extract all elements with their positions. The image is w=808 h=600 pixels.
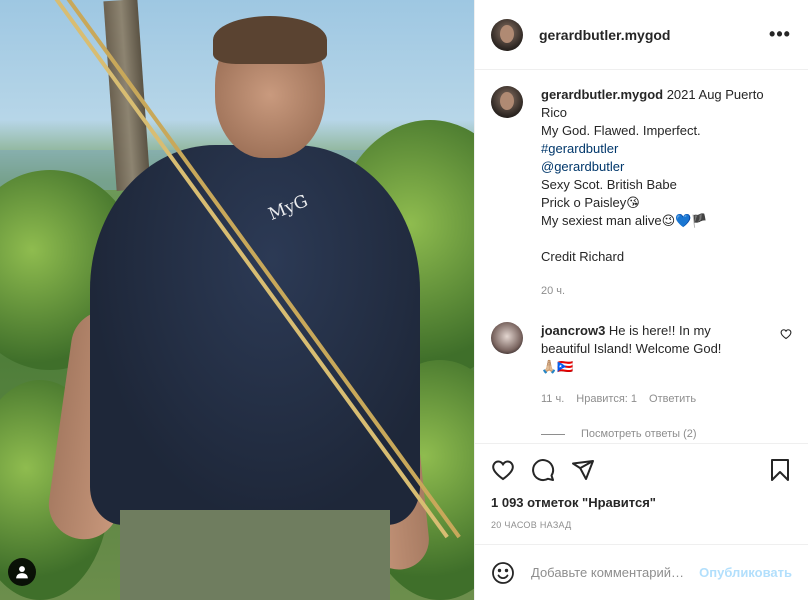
action-bar: [475, 443, 808, 495]
comment-item: joancrow3 He is here!! In my beautiful I…: [491, 322, 792, 408]
view-replies-button[interactable]: Посмотреть ответы (2): [541, 428, 792, 440]
post-view: MyG gerardbutler.mygod ••• gerardbutler.…: [0, 0, 808, 600]
caption: gerardbutler.mygod 2021 Aug Puerto Rico …: [491, 86, 792, 300]
comments-section[interactable]: gerardbutler.mygod 2021 Aug Puerto Rico …: [475, 70, 808, 443]
bookmark-icon[interactable]: [768, 458, 792, 482]
comment-body: joancrow3 He is here!! In my beautiful I…: [541, 322, 751, 408]
add-comment-bar: Опубликовать: [475, 544, 808, 600]
header-username[interactable]: gerardbutler.mygod: [539, 27, 768, 43]
caption-line: My sexiest man alive😉💙🏴: [541, 213, 708, 228]
divider: [541, 433, 565, 435]
heart-icon[interactable]: [491, 458, 515, 482]
caption-body: gerardbutler.mygod 2021 Aug Puerto Rico …: [541, 86, 792, 300]
caption-line: Credit Richard: [541, 249, 625, 264]
comment-emoji: 🙏🏼🇵🇷: [541, 359, 574, 374]
caption-timestamp[interactable]: 20 ч.: [541, 282, 792, 300]
avatar[interactable]: [491, 322, 523, 354]
avatar[interactable]: [491, 86, 523, 118]
caption-line: [541, 230, 792, 248]
caption-line: Prick o Paisley😘: [541, 195, 640, 210]
user-tag-icon[interactable]: [8, 558, 36, 586]
caption-username[interactable]: gerardbutler.mygod: [541, 87, 663, 102]
post-photo[interactable]: MyG: [0, 0, 474, 600]
caption-line: Sexy Scot. British Babe: [541, 177, 677, 192]
likes-count[interactable]: 1 093 отметок "Нравится": [475, 495, 808, 510]
post-date[interactable]: 20 часов назад: [475, 510, 808, 544]
comment-timestamp[interactable]: 11 ч.: [541, 390, 564, 408]
more-horizontal-icon[interactable]: •••: [768, 23, 792, 47]
view-replies-label: Посмотреть ответы (2): [581, 428, 697, 440]
publish-button[interactable]: Опубликовать: [699, 565, 792, 580]
comment-heart-icon[interactable]: [780, 328, 792, 340]
mention-link[interactable]: @gerardbutler: [541, 158, 792, 176]
emoji-icon[interactable]: [491, 561, 515, 585]
comment-input[interactable]: [531, 565, 692, 580]
comment-likes-count[interactable]: Нравится: 1: [576, 390, 637, 408]
post-panel: gerardbutler.mygod ••• gerardbutler.mygo…: [474, 0, 808, 600]
photo-person: [44, 10, 432, 600]
comment-icon[interactable]: [531, 458, 555, 482]
comment-username[interactable]: joancrow3: [541, 323, 605, 338]
post-header: gerardbutler.mygod •••: [475, 0, 808, 70]
hashtag-link[interactable]: #gerardbutler: [541, 140, 792, 158]
share-icon[interactable]: [571, 458, 595, 482]
avatar[interactable]: [491, 18, 523, 51]
reply-button[interactable]: Ответить: [649, 390, 696, 408]
caption-line: My God. Flawed. Imperfect.: [541, 123, 701, 138]
comment-meta: 11 ч. Нравится: 1 Ответить: [541, 390, 751, 408]
